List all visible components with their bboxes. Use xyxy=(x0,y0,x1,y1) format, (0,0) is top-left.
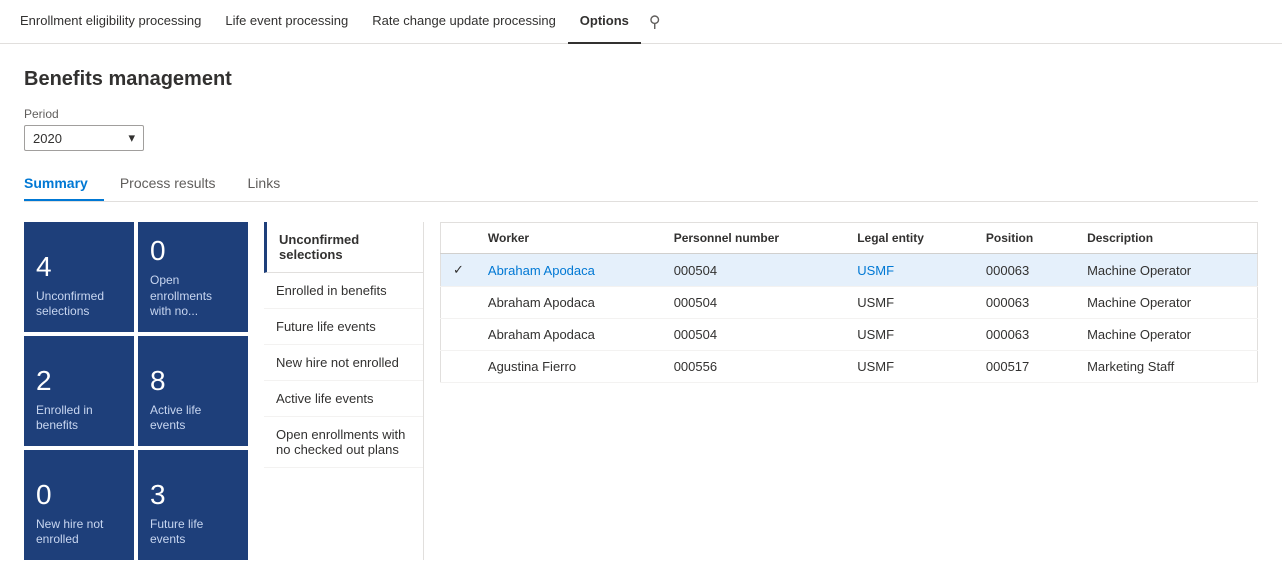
side-panel: Unconfirmed selections Enrolled in benef… xyxy=(264,222,424,560)
nav-life-event[interactable]: Life event processing xyxy=(213,0,360,44)
row-personnel-number: 000504 xyxy=(662,319,846,351)
tile-unconfirmed-number: 4 xyxy=(36,253,122,281)
row-personnel-number: 000504 xyxy=(662,254,846,287)
table-row[interactable]: Abraham Apodaca000504USMF000063Machine O… xyxy=(441,287,1258,319)
row-description: Machine Operator xyxy=(1075,254,1257,287)
tile-active-life[interactable]: 8 Active life events xyxy=(138,336,248,446)
col-description[interactable]: Description xyxy=(1075,223,1257,254)
tile-enrolled-label: Enrolled in benefits xyxy=(36,403,122,434)
row-legal-entity: USMF xyxy=(845,319,974,351)
table-row[interactable]: Agustina Fierro000556USMF000517Marketing… xyxy=(441,351,1258,383)
row-worker: Abraham Apodaca xyxy=(476,287,662,319)
col-position[interactable]: Position xyxy=(974,223,1075,254)
row-check xyxy=(441,351,476,383)
row-description: Machine Operator xyxy=(1075,287,1257,319)
side-panel-item-enrolled-benefits[interactable]: Enrolled in benefits xyxy=(264,273,423,309)
side-panel-header[interactable]: Unconfirmed selections xyxy=(264,222,423,273)
tab-summary[interactable]: Summary xyxy=(24,167,104,201)
tile-open-enrollments-label: Open enrollments with no... xyxy=(150,273,236,320)
table-row[interactable]: ✓ Abraham Apodaca 000504 USMF 000063Machine … xyxy=(441,254,1258,287)
period-label: Period xyxy=(24,107,1258,121)
table-row[interactable]: Abraham Apodaca000504USMF000063Machine O… xyxy=(441,319,1258,351)
tab-process-results[interactable]: Process results xyxy=(120,167,232,201)
row-position: 000517 xyxy=(974,351,1075,383)
main-content: Benefits management Period 2020 ▾ Summar… xyxy=(0,44,1282,576)
tile-new-hire[interactable]: 0 New hire not enrolled xyxy=(24,450,134,560)
tab-links[interactable]: Links xyxy=(248,167,297,201)
nav-enrollment[interactable]: Enrollment eligibility processing xyxy=(8,0,213,44)
tabs: Summary Process results Links xyxy=(24,167,1258,202)
tile-new-hire-number: 0 xyxy=(36,481,122,509)
tile-active-life-label: Active life events xyxy=(150,403,236,434)
tile-enrolled[interactable]: 2 Enrolled in benefits xyxy=(24,336,134,446)
side-panel-item-open-enrollments[interactable]: Open enrollments with no checked out pla… xyxy=(264,417,423,468)
row-legal-entity: USMF xyxy=(845,351,974,383)
table-header-row: Worker Personnel number Legal entity Pos… xyxy=(441,223,1258,254)
tile-future-life-label: Future life events xyxy=(150,517,236,548)
row-position: 000063 xyxy=(974,254,1075,287)
tiles-grid: 4 Unconfirmed selections 0 Open enrollme… xyxy=(24,222,248,560)
row-check: ✓ xyxy=(441,254,476,287)
data-table: Worker Personnel number Legal entity Pos… xyxy=(440,222,1258,383)
search-button[interactable]: ⚲ xyxy=(649,12,661,32)
row-check xyxy=(441,287,476,319)
tile-future-life[interactable]: 3 Future life events xyxy=(138,450,248,560)
side-panel-item-new-hire[interactable]: New hire not enrolled xyxy=(264,345,423,381)
tile-unconfirmed[interactable]: 4 Unconfirmed selections xyxy=(24,222,134,332)
chevron-down-icon: ▾ xyxy=(128,130,135,146)
tile-open-enrollments[interactable]: 0 Open enrollments with no... xyxy=(138,222,248,332)
row-worker[interactable]: Abraham Apodaca xyxy=(476,254,662,287)
side-panel-item-future-life[interactable]: Future life events xyxy=(264,309,423,345)
row-personnel-number: 000504 xyxy=(662,287,846,319)
tile-new-hire-label: New hire not enrolled xyxy=(36,517,122,548)
col-legal-entity[interactable]: Legal entity xyxy=(845,223,974,254)
top-nav: Enrollment eligibility processing Life e… xyxy=(0,0,1282,44)
row-position: 000063 xyxy=(974,287,1075,319)
col-check xyxy=(441,223,476,254)
row-description: Machine Operator xyxy=(1075,319,1257,351)
period-value: 2020 xyxy=(33,131,62,146)
col-worker[interactable]: Worker xyxy=(476,223,662,254)
worker-link[interactable]: Abraham Apodaca xyxy=(488,263,595,278)
tile-unconfirmed-label: Unconfirmed selections xyxy=(36,289,122,320)
row-legal-entity: USMF xyxy=(845,287,974,319)
tile-future-life-number: 3 xyxy=(150,481,236,509)
row-check xyxy=(441,319,476,351)
period-select[interactable]: 2020 ▾ xyxy=(24,125,144,151)
row-personnel-number: 000556 xyxy=(662,351,846,383)
col-personnel-number[interactable]: Personnel number xyxy=(662,223,846,254)
row-position: 000063 xyxy=(974,319,1075,351)
side-panel-item-active-life[interactable]: Active life events xyxy=(264,381,423,417)
tile-active-life-number: 8 xyxy=(150,367,236,395)
row-worker: Agustina Fierro xyxy=(476,351,662,383)
dashboard: 4 Unconfirmed selections 0 Open enrollme… xyxy=(24,222,1258,560)
nav-options[interactable]: Options xyxy=(568,0,641,44)
row-legal-entity[interactable]: USMF xyxy=(845,254,974,287)
legal-entity-link[interactable]: USMF xyxy=(857,263,894,278)
period-section: Period 2020 ▾ xyxy=(24,107,1258,151)
nav-rate-change[interactable]: Rate change update processing xyxy=(360,0,568,44)
tile-enrolled-number: 2 xyxy=(36,367,122,395)
tile-open-enrollments-number: 0 xyxy=(150,237,236,265)
row-worker: Abraham Apodaca xyxy=(476,319,662,351)
table-area: Worker Personnel number Legal entity Pos… xyxy=(440,222,1258,560)
row-description: Marketing Staff xyxy=(1075,351,1257,383)
page-title: Benefits management xyxy=(24,68,1258,91)
